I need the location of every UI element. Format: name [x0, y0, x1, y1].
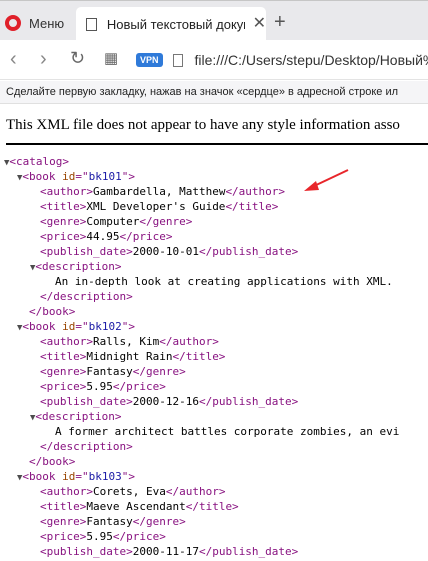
menu-label: Меню [29, 15, 65, 31]
new-tab-icon[interactable]: + [274, 12, 286, 32]
price-line: <price>5.95</price> [40, 380, 166, 393]
publish-date-line: <publish_date>2000-12-16</publish_date> [40, 395, 299, 408]
description-text: An in-depth look at creating application… [55, 274, 393, 289]
catalog-open-tag: <catalog> [9, 155, 70, 168]
book-id: bk103 [88, 470, 122, 483]
forward-icon[interactable]: › [40, 49, 47, 69]
price-value: 5.95 [86, 530, 113, 543]
document-icon [86, 17, 97, 31]
title-line: <title>Midnight Rain</title> [40, 350, 226, 363]
author-value: Ralls, Kim [92, 335, 160, 348]
opera-menu-button[interactable]: Меню [5, 12, 64, 34]
title-value: Maeve Ascendant [86, 500, 186, 513]
vpn-badge[interactable]: VPN [136, 53, 163, 67]
book-id: bk102 [88, 320, 122, 333]
genre-value: Fantasy [86, 515, 133, 528]
publish-date-line: <publish_date>2000-10-01</publish_date> [40, 245, 299, 258]
publish-date-line: <publish_date>2000-11-17</publish_date> [40, 545, 299, 558]
catalog-open-line: ▼<catalog> [4, 154, 69, 169]
author-line: <author>Corets, Eva</author> [40, 485, 226, 498]
genre-line: <genre>Fantasy</genre> [40, 365, 186, 378]
bookmark-hint-bar: Сделайте первую закладку, нажав на значо… [0, 81, 428, 104]
price-line: <price>44.95</price> [40, 230, 173, 243]
bookmark-hint-text: Сделайте первую закладку, нажав на значо… [6, 86, 399, 98]
divider [6, 143, 428, 145]
opera-logo-icon [5, 15, 21, 31]
book-id: bk101 [88, 170, 122, 183]
title-line: <title>XML Developer's Guide</title> [40, 200, 279, 213]
price-line: <price>5.95</price> [40, 530, 166, 543]
price-value: 44.95 [86, 230, 120, 243]
address-bar[interactable]: VPN file:///C:/Users/stepu/Desktop/Новый… [136, 46, 428, 74]
genre-line: <genre>Computer</genre> [40, 215, 193, 228]
author-value: Corets, Eva [92, 485, 166, 498]
reload-icon[interactable]: ↻ [70, 49, 85, 67]
annotation-arrow-icon [304, 169, 349, 191]
description-text: A former architect battles corporate zom… [55, 424, 399, 439]
toolbar: ‹ › ↻ ▦ VPN file:///C:/Users/stepu/Deskt… [0, 40, 428, 80]
back-icon[interactable]: ‹ [10, 49, 17, 69]
genre-value: Fantasy [86, 365, 133, 378]
author-line: <author>Ralls, Kim</author> [40, 335, 219, 348]
description-close-line: </description> [40, 440, 133, 453]
publish-date-value: 2000-11-17 [132, 545, 199, 558]
title-value: XML Developer's Guide [86, 200, 226, 213]
url-text[interactable]: file:///C:/Users/stepu/Desktop/Новый% [195, 52, 428, 68]
author-value: Gambardella, Matthew [92, 185, 226, 198]
tab-strip: Меню Новый текстовый докуме ✕ + [0, 0, 428, 41]
book-close-line: </book> [29, 305, 76, 318]
file-icon [172, 53, 183, 67]
description-value: A former architect battles corporate zom… [55, 425, 400, 438]
description-close-line: </description> [40, 290, 133, 303]
book-open-line: ▼<book id="bk103"> [17, 470, 136, 483]
close-tab-icon[interactable]: ✕ [253, 16, 266, 32]
author-line: <author>Gambardella, Matthew</author> [40, 185, 286, 198]
speed-dial-icon[interactable]: ▦ [104, 51, 118, 66]
title-value: Midnight Rain [86, 350, 173, 363]
description-open-line: ▼<description> [30, 260, 122, 273]
tab-active[interactable]: Новый текстовый докуме ✕ [76, 7, 266, 41]
genre-line: <genre>Fantasy</genre> [40, 515, 186, 528]
book-close-line: </book> [29, 455, 76, 468]
tab-title: Новый текстовый докуме [106, 16, 245, 32]
title-line: <title>Maeve Ascendant</title> [40, 500, 239, 513]
genre-value: Computer [86, 215, 140, 228]
book-open-line: ▼<book id="bk102"> [17, 320, 136, 333]
xml-style-note: This XML file does not appear to have an… [6, 117, 400, 133]
publish-date-value: 2000-10-01 [132, 245, 199, 258]
price-value: 5.95 [86, 380, 113, 393]
publish-date-value: 2000-12-16 [132, 395, 199, 408]
description-value: An in-depth look at creating application… [55, 275, 393, 288]
description-open-line: ▼<description> [30, 410, 122, 423]
book-open-line: ▼<book id="bk101"> [17, 170, 136, 183]
